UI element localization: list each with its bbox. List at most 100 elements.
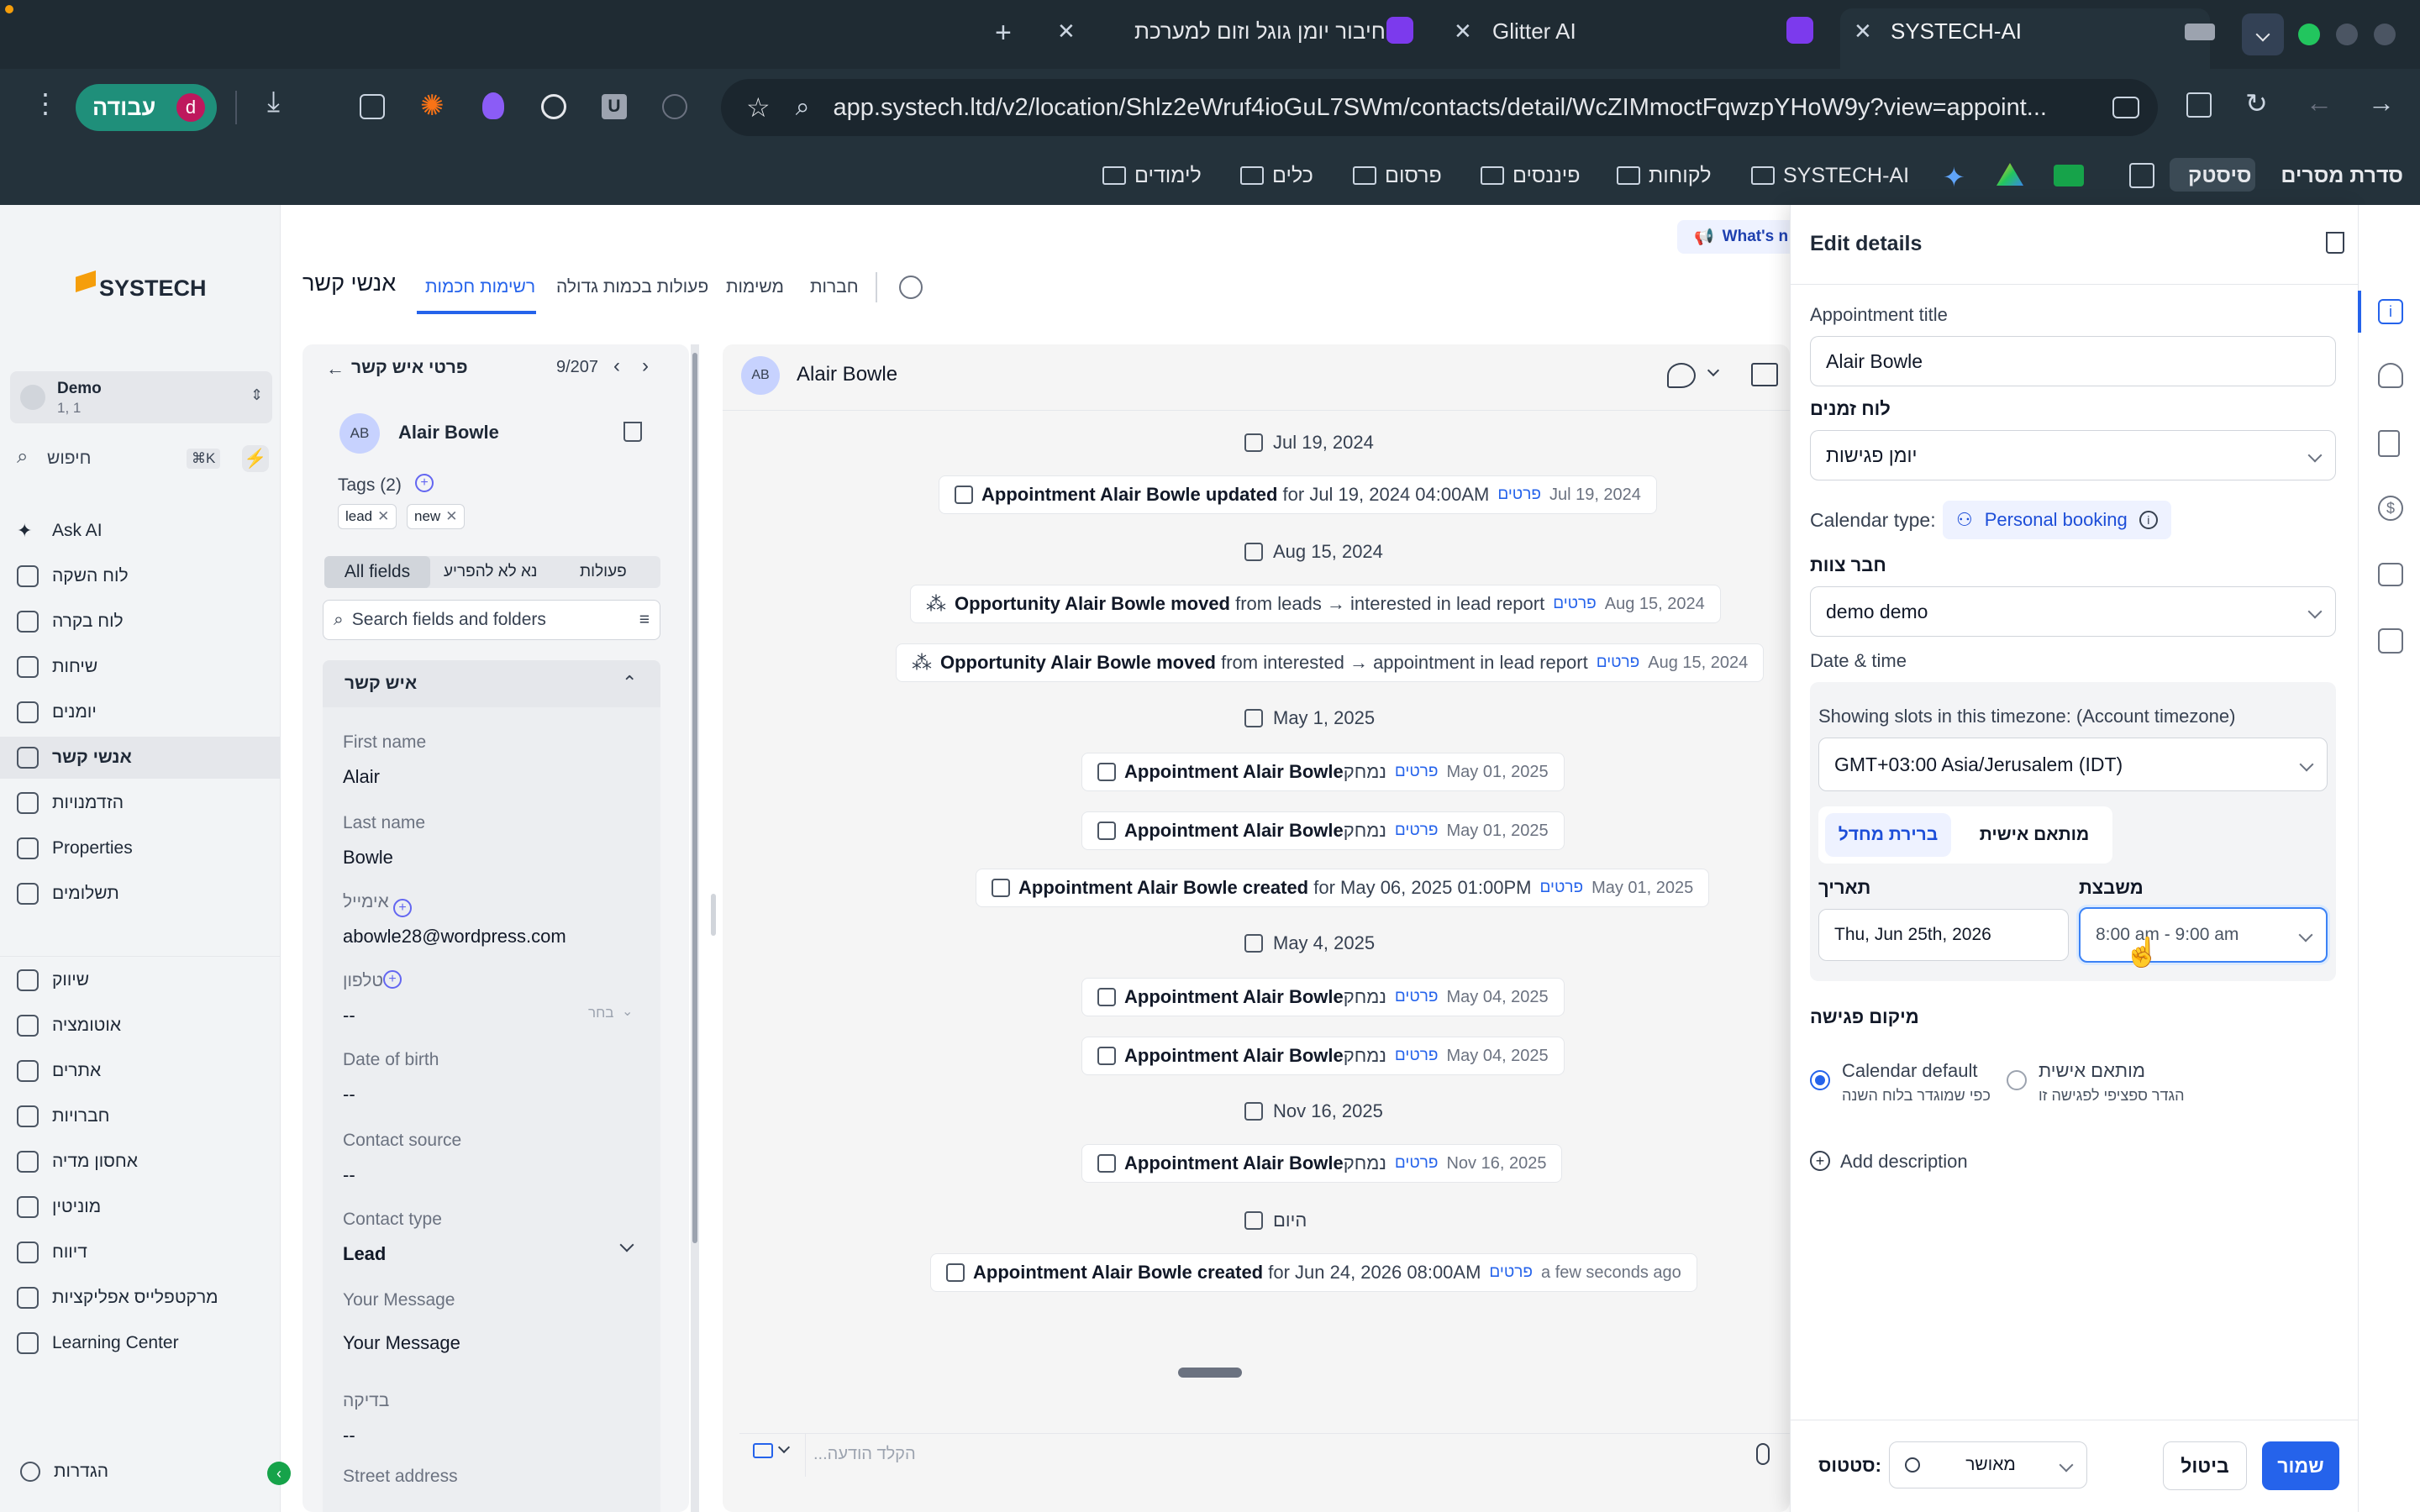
field-value[interactable]: abowle28@wordpress.com	[343, 926, 566, 948]
tab-companies[interactable]: חברות	[810, 277, 859, 297]
field-value[interactable]: Your Message	[343, 1332, 460, 1354]
details-link[interactable]: פרטים	[1395, 822, 1439, 840]
sidebar-item[interactable]: אחסון מדיה	[17, 1141, 269, 1183]
maximize-window-button[interactable]	[2298, 24, 2320, 45]
users-icon[interactable]	[2378, 363, 2403, 388]
tab-title[interactable]: Glitter AI	[1492, 18, 1576, 45]
extension-sun-icon[interactable]: ✺	[420, 89, 445, 123]
bookmark-item[interactable]: פרסום	[1353, 156, 1442, 195]
feed-event[interactable]: Appointment Alair Bowleנמחק פרטים May 04, …	[1081, 978, 1565, 1016]
site-settings-icon[interactable]	[2112, 97, 2139, 118]
tab-title[interactable]: חיבור יומן גוגל וזום למערכת	[1134, 18, 1386, 45]
details-link[interactable]: פרטים	[1395, 1154, 1439, 1173]
filter-tab-dnd[interactable]: נא לא להפריע	[444, 563, 537, 581]
dollar-icon[interactable]: $	[2378, 496, 2403, 521]
feed-event[interactable]: Appointment Alair Bowleנמחק פרטים May 04, …	[1081, 1037, 1565, 1075]
field-value[interactable]: Alair	[343, 766, 380, 788]
download-icon[interactable]: ⤓	[267, 86, 280, 118]
bookmark-item[interactable]: פיננסים	[1481, 156, 1581, 195]
extension-drop-icon[interactable]	[482, 92, 504, 119]
details-link[interactable]: פרטים	[1489, 1263, 1533, 1282]
field-value[interactable]: --	[343, 1164, 355, 1186]
collapse-sidebar-button[interactable]: ‹	[267, 1462, 291, 1485]
microphone-icon[interactable]	[1756, 1443, 1770, 1465]
message-composer[interactable]: ...הקלד הודעה	[813, 1445, 916, 1464]
sidebar-item[interactable]: אתרים	[17, 1050, 269, 1092]
save-button[interactable]: שמור	[2262, 1441, 2339, 1490]
chevron-up-icon[interactable]: ⌃	[622, 672, 637, 694]
remove-tag-icon[interactable]: ✕	[445, 508, 457, 525]
feed-event[interactable]: Appointment Alair Bowle created for May …	[976, 869, 1710, 907]
url-bar[interactable]: ☆ ⌕ app.systech.ltd/v2/location/Shlz2eWr…	[721, 79, 2158, 136]
sidebar-item[interactable]: מרקטפלייס אפליקציות	[17, 1277, 269, 1319]
bookmark-item[interactable]: SYSTECH-AI	[1751, 156, 1909, 195]
slot-mode-default[interactable]: ברירת מחדל	[1825, 813, 1951, 857]
quick-action-icon[interactable]: ⚡	[242, 445, 269, 472]
add-circle-icon[interactable]: +	[1810, 1151, 1830, 1171]
extension-u-icon[interactable]: U	[602, 94, 627, 119]
reload-icon[interactable]: ↻	[2245, 87, 2268, 119]
feed-event[interactable]: Appointment Alair Bowleנמחק פרטים Nov 16, …	[1081, 1144, 1563, 1183]
team-member-select[interactable]: demo demo	[1810, 586, 2336, 637]
extension-phone-icon[interactable]	[662, 94, 687, 119]
sidebar-item[interactable]: Learning Center	[17, 1322, 269, 1364]
filter-icon[interactable]: ≡	[639, 610, 650, 630]
sidebar-item[interactable]: מוניטין	[17, 1186, 269, 1228]
account-switcher[interactable]: Demo 1, 1 ⇕	[10, 371, 272, 423]
details-link[interactable]: פרטים	[1597, 654, 1640, 672]
minimize-window-button[interactable]	[2336, 24, 2358, 45]
extensions-icon[interactable]	[360, 94, 385, 119]
extension-openai-icon[interactable]	[541, 94, 566, 119]
phone-country-select[interactable]: בחר	[588, 1005, 613, 1021]
message-icon[interactable]	[2378, 563, 2403, 586]
bookmark-item[interactable]: לקוחות	[1617, 156, 1711, 195]
close-tab-icon[interactable]: ✕	[1057, 18, 1076, 45]
new-tab-icon[interactable]: +	[995, 17, 1012, 50]
apps-grid-icon[interactable]	[2129, 163, 2154, 188]
bookmark-star-icon[interactable]: ☆	[746, 92, 771, 123]
add-email-icon[interactable]: +	[393, 899, 412, 917]
feed-event[interactable]: Appointment Alair Bowle created for Jun …	[930, 1253, 1697, 1292]
field-value[interactable]: --	[343, 1005, 355, 1026]
details-link[interactable]: פרטים	[1553, 595, 1597, 613]
cancel-button[interactable]: ביטול	[2163, 1441, 2247, 1490]
filter-tab-actions[interactable]: פעולות	[580, 563, 627, 581]
field-value[interactable]: --	[343, 1425, 355, 1446]
trash-icon[interactable]	[623, 422, 642, 442]
next-icon[interactable]: ›	[642, 354, 649, 378]
trash-icon[interactable]	[2326, 232, 2344, 254]
feed-event[interactable]: Appointment Alair Bowle updated for Jul …	[939, 475, 1657, 514]
tag-chip[interactable]: lead ✕	[338, 504, 397, 529]
sidebar-item[interactable]: אנשי קשר	[0, 737, 281, 779]
tab-bulk-actions[interactable]: פעולות בכמות גדולה	[556, 277, 708, 297]
remove-tag-icon[interactable]: ✕	[377, 508, 389, 525]
feed-event[interactable]: ⁂ Opportunity Alair Bowle moved from lead…	[910, 585, 1721, 623]
add-phone-icon[interactable]: +	[383, 970, 402, 989]
add-tag-icon[interactable]: +	[415, 474, 434, 492]
appointment-title-input[interactable]: Alair Bowle	[1810, 336, 2336, 386]
details-link[interactable]: פרטים	[1395, 763, 1439, 781]
back-arrow-icon[interactable]: ←	[326, 358, 345, 380]
feed-event[interactable]: Appointment Alair Bowleנמחק פרטים May 01, …	[1081, 811, 1565, 850]
sidebar-item[interactable]: חברויות	[17, 1095, 269, 1137]
forms-icon[interactable]	[2378, 628, 2403, 654]
status-select[interactable]: מאושר	[1889, 1441, 2087, 1488]
split-view-icon[interactable]	[2186, 92, 2212, 118]
tab-title[interactable]: SYSTECH-AI	[1891, 18, 2022, 45]
details-link[interactable]: פרטים	[1540, 879, 1584, 897]
bookmark-sheets-icon[interactable]	[2054, 165, 2084, 186]
add-folder-icon[interactable]	[1751, 363, 1778, 386]
resize-handle[interactable]	[711, 894, 716, 936]
sidebar-item[interactable]: שיחות	[17, 646, 269, 688]
slot-mode-custom[interactable]: מותאם אישית	[1963, 813, 2106, 857]
tab-smart-lists[interactable]: רשימות חכמות	[425, 277, 535, 297]
info-icon[interactable]: i	[2139, 511, 2158, 529]
sidebar-item-settings[interactable]: הגדרות	[54, 1462, 108, 1482]
sidebar-item[interactable]: ✦ Ask AI	[17, 510, 269, 552]
location-custom-radio[interactable]	[2007, 1070, 2027, 1090]
filter-tab-all[interactable]: All fields	[324, 556, 430, 588]
field-value[interactable]: Bowle	[343, 847, 393, 869]
tag-chip[interactable]: new ✕	[407, 504, 466, 529]
slot-select[interactable]: 8:00 am - 9:00 am	[2079, 907, 2328, 963]
close-tab-icon[interactable]: ✕	[1854, 18, 1872, 45]
